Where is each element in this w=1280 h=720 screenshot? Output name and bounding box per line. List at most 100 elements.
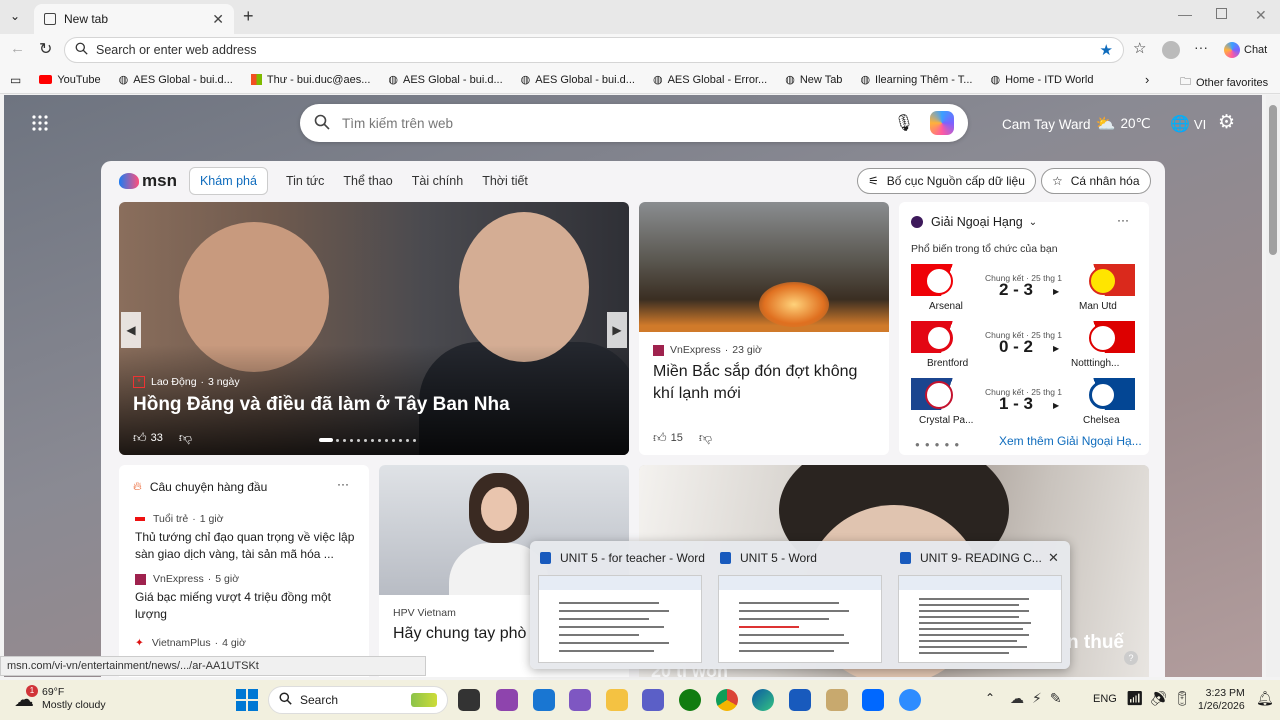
story-card-cold-weather[interactable]: VnExpress · 23 giờ Miền Bắc sắp đón đợt … <box>639 202 889 455</box>
feed-layout-button[interactable]: ⚟ Bố cục Nguồn cấp dữ liệu <box>857 168 1036 194</box>
tab-actions-chevron-icon[interactable]: ⌄ <box>10 9 20 23</box>
page-scrollbar[interactable] <box>1266 95 1280 677</box>
bookmark-item[interactable]: ◍ AES Global - bui.d... <box>388 73 502 87</box>
bookmark-item[interactable]: ◍ New Tab <box>785 73 842 87</box>
more-options-icon[interactable]: ··· <box>1194 39 1208 55</box>
preview-window-1[interactable]: UNIT 5 - for teacher - Word <box>530 541 708 669</box>
web-search-input[interactable]: Tìm kiếm trên web <box>342 116 894 131</box>
file-explorer-icon[interactable] <box>606 689 628 711</box>
zoom-icon[interactable] <box>899 689 921 711</box>
word-icon[interactable] <box>789 689 811 711</box>
vietnamplus-icon: ✦ <box>135 637 144 649</box>
hero-story-card[interactable]: ◀ ▶ * Lao Động · 3 ngày Hồng Đăng và điề… <box>119 202 629 455</box>
address-bar[interactable]: Search or enter web address ★ <box>64 37 1124 63</box>
more-options-icon[interactable]: ··· <box>337 477 349 491</box>
input-language[interactable]: ENG <box>1093 693 1117 705</box>
profile-avatar[interactable] <box>1162 41 1180 59</box>
personalize-button[interactable]: ☆ Cá nhân hóa <box>1041 168 1151 194</box>
story-source: VnExpress · 5 giờ <box>135 573 239 585</box>
bookmark-item[interactable]: ◍ AES Global - bui.d... <box>119 73 233 87</box>
league-header[interactable]: Giải Ngoại Hạng ⌄ <box>911 215 1037 229</box>
tab-the-thao[interactable]: Thể thao <box>343 174 392 188</box>
thumbs-down-icon[interactable]: 👎︎ <box>179 430 192 446</box>
xbox-icon[interactable] <box>679 689 701 711</box>
edge-icon[interactable] <box>752 689 774 711</box>
apps-grid-icon[interactable] <box>31 114 49 135</box>
notification-bell-icon[interactable]: 🔔︎ <box>1256 690 1274 707</box>
taskbar-window-preview: UNIT 5 - for teacher - Word UNIT 5 - Wor… <box>530 541 1070 669</box>
web-search-box[interactable]: Tìm kiếm trên web 🎙 <box>300 104 968 142</box>
app-icon-w[interactable] <box>569 689 591 711</box>
app-icon-folder[interactable] <box>826 689 848 711</box>
story-title[interactable]: Hãy chung tay phò <box>393 625 526 643</box>
hero-like[interactable]: 👍︎ 33 👎︎ <box>133 430 192 446</box>
bookmark-item[interactable]: ◍ AES Global - bui.d... <box>521 73 635 87</box>
app-icon-purple[interactable] <box>496 689 518 711</box>
tab-tin-tuc[interactable]: Tin tức <box>286 174 324 188</box>
bookmark-item[interactable]: Thư - bui.duc@aes... <box>250 74 370 86</box>
scrollbar-thumb[interactable] <box>1269 105 1277 255</box>
tray-chevron-up-icon[interactable]: ⌃ <box>985 691 995 705</box>
settings-gear-icon[interactable]: ⚙ <box>1218 111 1235 134</box>
maximize-icon[interactable] <box>1216 8 1227 19</box>
tray-app-icons[interactable]: ☁⚡✎ <box>1010 690 1070 707</box>
window-close-icon[interactable]: ✕ <box>1255 7 1267 24</box>
taskbar-search[interactable]: Search <box>268 686 448 714</box>
bookmark-youtube[interactable]: YouTube <box>39 74 101 86</box>
premier-league-icon <box>911 216 923 228</box>
more-options-icon[interactable]: ··· <box>1117 213 1129 227</box>
globe-icon: ◍ <box>785 74 795 86</box>
match-row[interactable]: Chung kết · 25 thg 1 2 - 3 ▶ Arsenal Man… <box>911 264 1135 312</box>
thumbs-down-icon[interactable]: 👎︎ <box>699 430 712 446</box>
minimize-icon[interactable]: — <box>1178 6 1192 22</box>
clock[interactable]: 3:23 PM 1/26/2026 <box>1198 687 1245 713</box>
flame-icon: 🔥︎ <box>133 479 142 493</box>
weather-widget[interactable]: Cam Tay Ward ⛅ 20℃ <box>1002 114 1151 134</box>
collections-icon[interactable]: ▭ <box>10 73 21 87</box>
store-icon[interactable] <box>533 689 555 711</box>
close-icon[interactable]: ✕ <box>212 11 224 28</box>
task-view-icon[interactable] <box>458 689 480 711</box>
microphone-icon[interactable]: 🎙 <box>894 113 914 133</box>
tab-new-tab[interactable]: New tab ✕ <box>34 4 234 34</box>
back-arrow-icon[interactable]: ← <box>10 40 25 57</box>
preview-window-2[interactable]: UNIT 5 - Word <box>710 541 888 669</box>
chevron-right-icon[interactable]: › <box>1145 72 1149 87</box>
tray-status-icons[interactable]: 📶︎🔊︎🔋︎ <box>1126 690 1197 707</box>
close-icon[interactable]: ✕ <box>1048 550 1059 566</box>
bookmark-item[interactable]: ◍ AES Global - Error... <box>653 73 767 87</box>
bookmark-item[interactable]: ◍ Home - ITD World <box>990 73 1094 87</box>
bookmark-item[interactable]: ◍ Ilearning Thêm - T... <box>860 73 972 87</box>
teams-icon[interactable] <box>642 689 664 711</box>
match-row[interactable]: Chung kết · 25 thg 1 1 - 3 ▶ Crystal Pa.… <box>911 378 1135 426</box>
taskbar-weather[interactable]: ☁ 1 69°F Mostly cloudy <box>14 684 106 712</box>
address-input[interactable]: Search or enter web address <box>96 43 1100 57</box>
more-league-link[interactable]: Xem thêm Giải Ngoại Hạ... <box>999 434 1142 448</box>
chat-button[interactable]: Chat <box>1224 42 1267 58</box>
zalo-icon[interactable] <box>862 689 884 711</box>
tab-kham-pha[interactable]: Khám phá <box>188 167 268 195</box>
story-title[interactable]: Miền Bắc sắp đón đợt không khí lạnh mới <box>653 361 881 405</box>
copilot-icon[interactable] <box>930 111 954 135</box>
tab-tai-chinh[interactable]: Tài chính <box>412 174 463 188</box>
new-tab-plus-icon[interactable]: + <box>243 6 254 27</box>
start-windows-icon[interactable] <box>236 689 258 714</box>
match-row[interactable]: Chung kết · 25 thg 1 0 - 2 ▶ Brentford N… <box>911 321 1135 369</box>
refresh-icon[interactable]: ↻ <box>39 39 52 59</box>
language-button[interactable]: 🌐 VI <box>1170 114 1206 134</box>
carousel-prev-button[interactable]: ◀ <box>121 312 141 348</box>
hero-title[interactable]: Hồng Đăng và điều đã làm ở Tây Ban Nha <box>133 394 510 416</box>
story-like[interactable]: 👍︎ 15 👎︎ <box>653 430 712 446</box>
tab-thoi-tiet[interactable]: Thời tiết <box>482 174 528 188</box>
chrome-icon[interactable] <box>716 689 738 711</box>
story-title[interactable]: Thủ tướng chỉ đạo quan trọng về việc lập… <box>135 529 359 563</box>
favorites-icon[interactable]: ☆ <box>1133 39 1146 57</box>
other-favorites[interactable]: 🗀 Other favorites <box>1180 73 1268 92</box>
preview-window-3[interactable]: UNIT 9- READING C... <box>890 541 1068 669</box>
carousel-next-button[interactable]: ▶ <box>607 312 627 348</box>
help-icon[interactable]: ? <box>1124 651 1138 665</box>
bookmark-label: Home - ITD World <box>1005 73 1094 86</box>
favorite-star-icon[interactable]: ★ <box>1100 41 1113 59</box>
msn-logo[interactable]: msn <box>119 171 177 191</box>
story-title[interactable]: Giá bạc miếng vượt 4 triệu đồng một lượn… <box>135 589 359 623</box>
